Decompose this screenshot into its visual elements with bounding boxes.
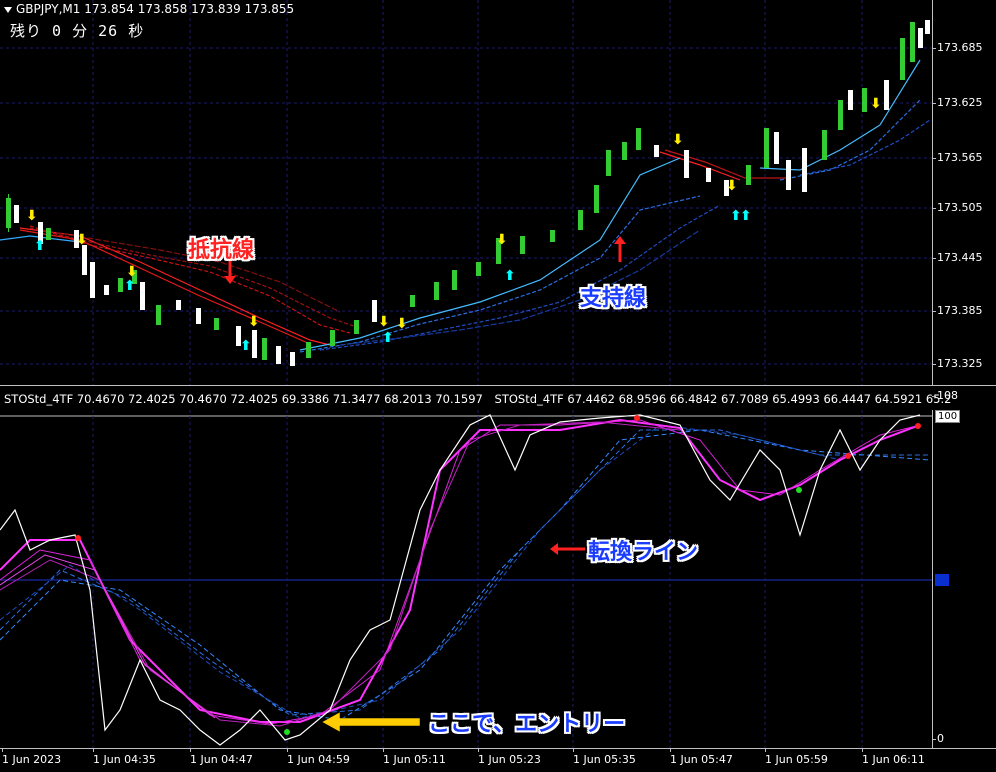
- time-tick: 1 Jun 05:11: [383, 748, 446, 766]
- svg-text:⬇: ⬇: [248, 314, 260, 330]
- price-axis[interactable]: 173.685 173.625 173.565 173.505 173.445 …: [932, 0, 996, 385]
- price-tick: 173.625: [932, 96, 983, 109]
- dropdown-icon[interactable]: [4, 6, 12, 13]
- indicator-1-values: STOStd_4TF 70.4670 72.4025 70.4670 72.40…: [4, 392, 483, 406]
- turn-line-label: 転換ライン: [588, 540, 699, 565]
- time-tick: 1 Jun 06:11: [862, 748, 925, 766]
- svg-text:⬇: ⬇: [726, 178, 738, 194]
- time-tick: 1 Jun 04:35: [93, 748, 156, 766]
- fast-lines: [0, 418, 921, 727]
- price-tick: 173.385: [932, 304, 983, 317]
- svg-text:⬆: ⬆: [382, 330, 394, 346]
- svg-text:⬇: ⬇: [396, 316, 408, 332]
- indicator-header: STOStd_4TF 70.4670 72.4025 70.4670 72.40…: [4, 392, 959, 406]
- indicator-2-values: STOStd_4TF 67.4462 68.9596 66.4842 67.70…: [494, 392, 952, 406]
- entry-arrow-icon: [321, 711, 421, 733]
- time-tick: 1 Jun 2023: [2, 748, 62, 766]
- indicator-tick-top: 108: [932, 389, 958, 402]
- svg-text:⬆: ⬆: [740, 208, 752, 224]
- time-tick: 1 Jun 05:23: [478, 748, 541, 766]
- slow-lines: [0, 424, 931, 721]
- indicator-axis[interactable]: 108 100 0: [932, 389, 996, 748]
- time-tick: 1 Jun 04:47: [190, 748, 253, 766]
- time-tick: 1 Jun 05:35: [573, 748, 636, 766]
- buy-arrow-icon: ⬆: [34, 238, 46, 254]
- resistance-label: 抵抗線: [188, 238, 255, 263]
- signal-dot: [75, 535, 81, 541]
- svg-text:⬇: ⬇: [870, 96, 882, 112]
- time-tick: 1 Jun 05:47: [670, 748, 733, 766]
- price-tick: 173.685: [932, 41, 983, 54]
- price-tick: 173.505: [932, 201, 983, 214]
- svg-text:⬇: ⬇: [496, 232, 508, 248]
- support-label: 支持線: [580, 286, 647, 311]
- price-tick: 173.565: [932, 151, 983, 164]
- svg-text:⬆: ⬆: [240, 338, 252, 354]
- candles: [6, 20, 930, 366]
- svg-text:⬆: ⬆: [504, 268, 516, 284]
- indicator-max-label: 100: [935, 410, 961, 423]
- svg-text:⬇: ⬇: [378, 314, 390, 330]
- ohlc-values: 173.854 173.858 173.839 173.855: [84, 2, 295, 16]
- price-pane[interactable]: ⬇ ⬇ ⬇ ⬇ ⬇ ⬇ ⬇ ⬇ ⬇ ⬇ ⬆ ⬆ ⬆ ⬆ ⬆ ⬆ ⬆ GBPJPY…: [0, 0, 932, 385]
- time-tick: 1 Jun 04:59: [287, 748, 350, 766]
- pane-separator[interactable]: [0, 385, 996, 386]
- price-tick: 173.325: [932, 357, 983, 370]
- indicator-pane[interactable]: 転換ライン ここで、エントリー: [0, 410, 932, 748]
- signal-arrows: ⬇ ⬇ ⬇ ⬇ ⬇ ⬇ ⬇ ⬇ ⬇ ⬇ ⬆ ⬆ ⬆ ⬆ ⬆ ⬆ ⬆: [26, 96, 882, 354]
- stochastic-svg: [0, 410, 932, 748]
- support-ribbon: [0, 59, 931, 353]
- svg-text:⬇: ⬇: [672, 132, 684, 148]
- price-chart-svg: ⬇ ⬇ ⬇ ⬇ ⬇ ⬇ ⬇ ⬇ ⬇ ⬇ ⬆ ⬆ ⬆ ⬆ ⬆ ⬆ ⬆: [0, 0, 932, 385]
- chart-header: GBPJPY,M1 173.854 173.858 173.839 173.85…: [4, 2, 294, 16]
- grid-lines: [0, 0, 932, 385]
- time-tick: 1 Jun 05:59: [765, 748, 828, 766]
- time-axis[interactable]: 1 Jun 2023 1 Jun 04:35 1 Jun 04:47 1 Jun…: [0, 748, 996, 772]
- indicator-level-box: [935, 574, 949, 586]
- sell-arrow-icon: ⬇: [26, 208, 38, 224]
- entry-label: ここで、エントリー: [428, 712, 626, 737]
- svg-text:⬆: ⬆: [124, 278, 136, 294]
- svg-text:⬇: ⬇: [76, 232, 88, 248]
- chart-window[interactable]: ⬇ ⬇ ⬇ ⬇ ⬇ ⬇ ⬇ ⬇ ⬇ ⬇ ⬆ ⬆ ⬆ ⬆ ⬆ ⬆ ⬆ GBPJPY…: [0, 0, 996, 771]
- symbol-label: GBPJPY,M1: [16, 2, 81, 16]
- price-tick: 173.445: [932, 251, 983, 264]
- indicator-min-label: 0: [932, 732, 944, 745]
- countdown-timer: 残り 0 分 26 秒: [10, 22, 145, 40]
